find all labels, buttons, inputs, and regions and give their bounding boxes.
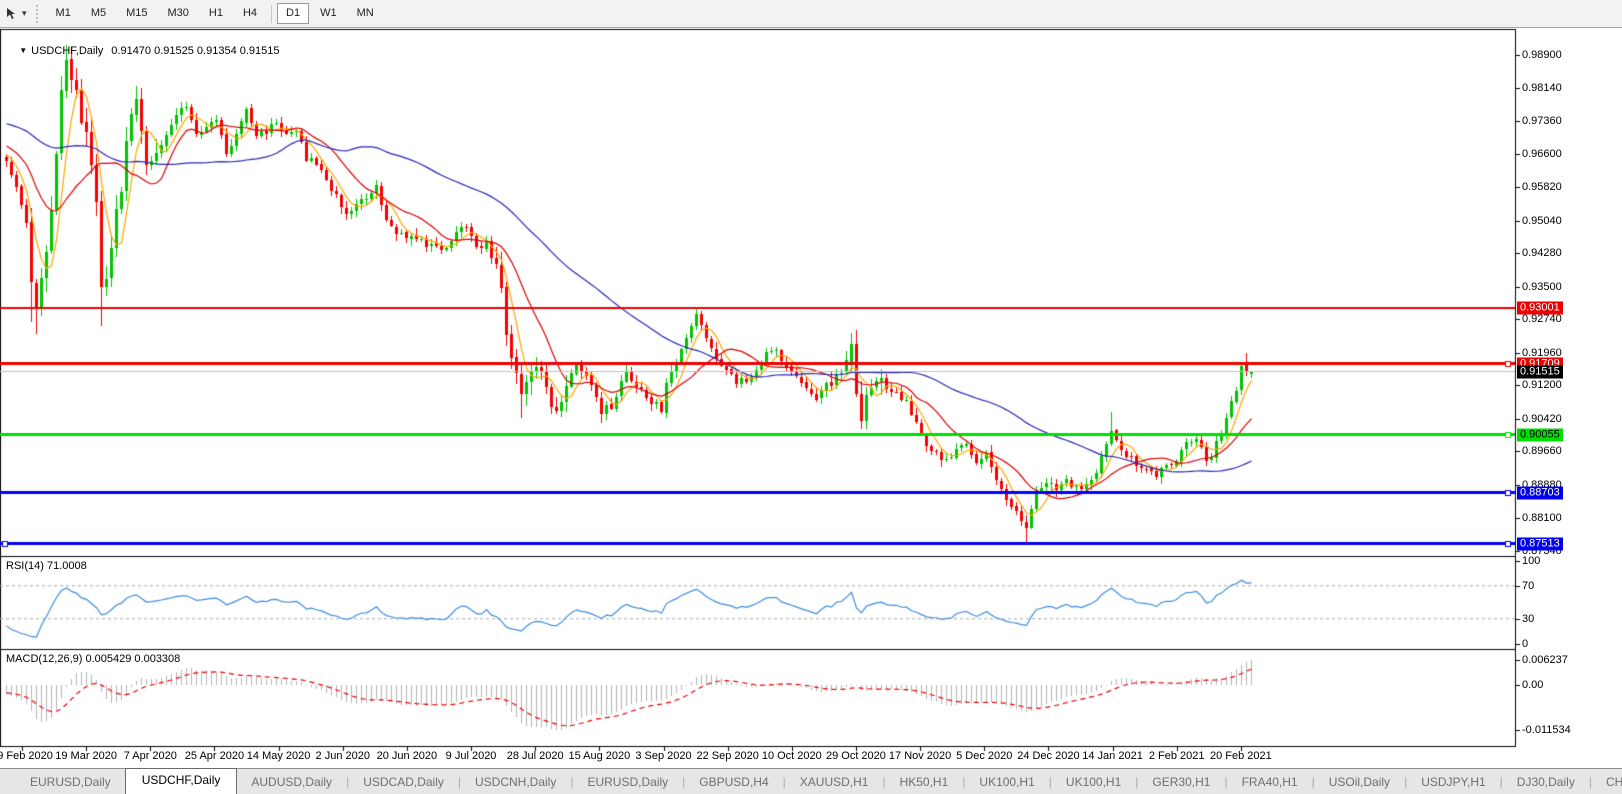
date-axis-label: 22 Sep 2020 xyxy=(696,750,759,762)
date-axis-label: 28 Jul 2020 xyxy=(506,750,564,762)
macd-axis-tick-label: 0.006237 xyxy=(1522,654,1568,666)
date-axis-label: 20 Feb 2021 xyxy=(1209,750,1272,762)
chart-tab-audusd-daily[interactable]: AUDUSD,Daily xyxy=(237,771,346,794)
date-axis-label: 5 Dec 2020 xyxy=(956,750,1013,762)
date-axis-label: 3 Sep 2020 xyxy=(635,750,692,762)
price-axis-tick-label: 0.92740 xyxy=(1522,313,1562,326)
price-axis-tick-label: 0.90420 xyxy=(1522,412,1562,425)
date-axis-label: 14 Jan 2021 xyxy=(1082,750,1143,762)
main-chart-canvas[interactable] xyxy=(0,0,1622,794)
price-axis-tick-label: 0.97360 xyxy=(1522,115,1562,128)
price-axis-tick-label: 0.98900 xyxy=(1522,49,1562,61)
rsi-indicator-label: RSI(14) 71.0008 xyxy=(6,560,87,572)
chart-tab-fra40-h1[interactable]: FRA40,H1 xyxy=(1228,771,1312,794)
price-axis-tick-label: 0.93500 xyxy=(1522,280,1562,293)
mt4-window: ▾ M1M5M15M30H1H4D1W1MN ▼USDCHF,Daily0.91… xyxy=(0,0,1622,794)
chart-tab-usdcnh-daily[interactable]: USDCNH,Daily xyxy=(461,771,570,794)
date-axis-label: 7 Apr 2020 xyxy=(123,750,177,762)
chart-tab-xauusd-h1[interactable]: XAUUSD,H1 xyxy=(786,771,883,794)
date-axis-label: 9 Jul 2020 xyxy=(445,750,497,762)
macd-indicator-label: MACD(12,26,9) 0.005429 0.003308 xyxy=(6,653,181,665)
price-axis-tick-label: 0.91200 xyxy=(1522,379,1562,392)
chart-tab-usdjpy-h1[interactable]: USDJPY,H1 xyxy=(1407,771,1499,794)
level-price-badge: 0.90055 xyxy=(1517,428,1563,442)
price-axis-tick-label: 0.94280 xyxy=(1522,247,1562,260)
date-axis-label: 15 Aug 2020 xyxy=(568,750,631,762)
chart-tab-eurusd-daily[interactable]: EURUSD,Daily xyxy=(573,771,682,794)
chart-tab-uk100-h1[interactable]: UK100,H1 xyxy=(965,771,1048,794)
date-axis-label: 20 Jun 2020 xyxy=(376,750,438,762)
date-axis-label: 14 May 2020 xyxy=(246,750,311,762)
chart-tab-ger30-h1[interactable]: GER30,H1 xyxy=(1138,771,1224,794)
chart-tab-uk100-h1[interactable]: UK100,H1 xyxy=(1052,771,1135,794)
chart-tab-eurusd-daily[interactable]: EURUSD,Daily xyxy=(16,771,125,794)
date-axis-label: 2 Feb 2021 xyxy=(1148,750,1205,762)
rsi-axis-tick-label: 30 xyxy=(1522,612,1535,625)
level-price-badge: 0.93001 xyxy=(1517,301,1563,315)
chart-tab-hk50-h1[interactable]: HK50,H1 xyxy=(886,771,963,794)
price-axis-tick-label: 0.95040 xyxy=(1522,214,1562,227)
chart-tab-bar: EURUSD,Daily USDCHF,Daily AUDUSD,Daily | USD… xyxy=(0,768,1622,794)
date-axis-label: 24 Dec 2020 xyxy=(1017,750,1080,762)
price-axis-tick-label: 0.96600 xyxy=(1522,147,1562,160)
date-axis-label: 29 Feb 2020 xyxy=(0,750,53,762)
date-axis-label: 17 Nov 2020 xyxy=(888,750,952,762)
price-axis-tick-label: 0.98140 xyxy=(1522,81,1562,94)
rsi-axis-tick-label: 0 xyxy=(1522,637,1529,650)
date-axis-label: 2 Jun 2020 xyxy=(315,750,370,762)
chart-tab-dj30-daily[interactable]: DJ30,Daily xyxy=(1503,771,1589,794)
chart-ohlc-values: 0.91470 0.91525 0.91354 0.91515 xyxy=(111,45,280,57)
date-axis-label: 19 Mar 2020 xyxy=(55,750,118,762)
date-axis-label: 25 Apr 2020 xyxy=(184,750,245,762)
price-axis-tick-label: 0.88100 xyxy=(1522,512,1562,525)
macd-axis-tick-label: -0.011534 xyxy=(1522,724,1571,736)
chart-tab-usdchf-daily[interactable]: USDCHF,Daily xyxy=(124,768,238,794)
chart-title: ▼ USDCHF,Daily 0.91470 0.91525 0.91354 0.9… xyxy=(7,33,280,69)
rsi-axis-tick-label: 70 xyxy=(1522,579,1535,592)
chart-tab-usdcad-daily[interactable]: USDCAD,Daily xyxy=(349,771,458,794)
current-price-badge: 0.91515 xyxy=(1517,365,1563,379)
level-price-badge: 0.88703 xyxy=(1517,486,1563,500)
date-axis-label: 10 Oct 2020 xyxy=(761,750,822,762)
chart-tab-china300-h1[interactable]: CHINA300,H1 xyxy=(1592,771,1622,794)
rsi-axis-tick-label: 100 xyxy=(1522,555,1541,567)
macd-axis-tick-label: 0.00 xyxy=(1522,678,1544,691)
date-axis-label: 29 Oct 2020 xyxy=(825,750,886,762)
chart-symbol-label: USDCHF,Daily xyxy=(31,45,104,57)
chart-tab-usoil-daily[interactable]: USOil,Daily xyxy=(1315,771,1404,794)
title-collapse-icon[interactable]: ▼ xyxy=(19,46,27,55)
price-axis-tick-label: 0.95820 xyxy=(1522,181,1562,194)
price-axis-tick-label: 0.89660 xyxy=(1522,445,1562,458)
level-price-badge: 0.87513 xyxy=(1517,537,1563,551)
chart-tab-gbpusd-h4[interactable]: GBPUSD,H4 xyxy=(685,771,782,794)
